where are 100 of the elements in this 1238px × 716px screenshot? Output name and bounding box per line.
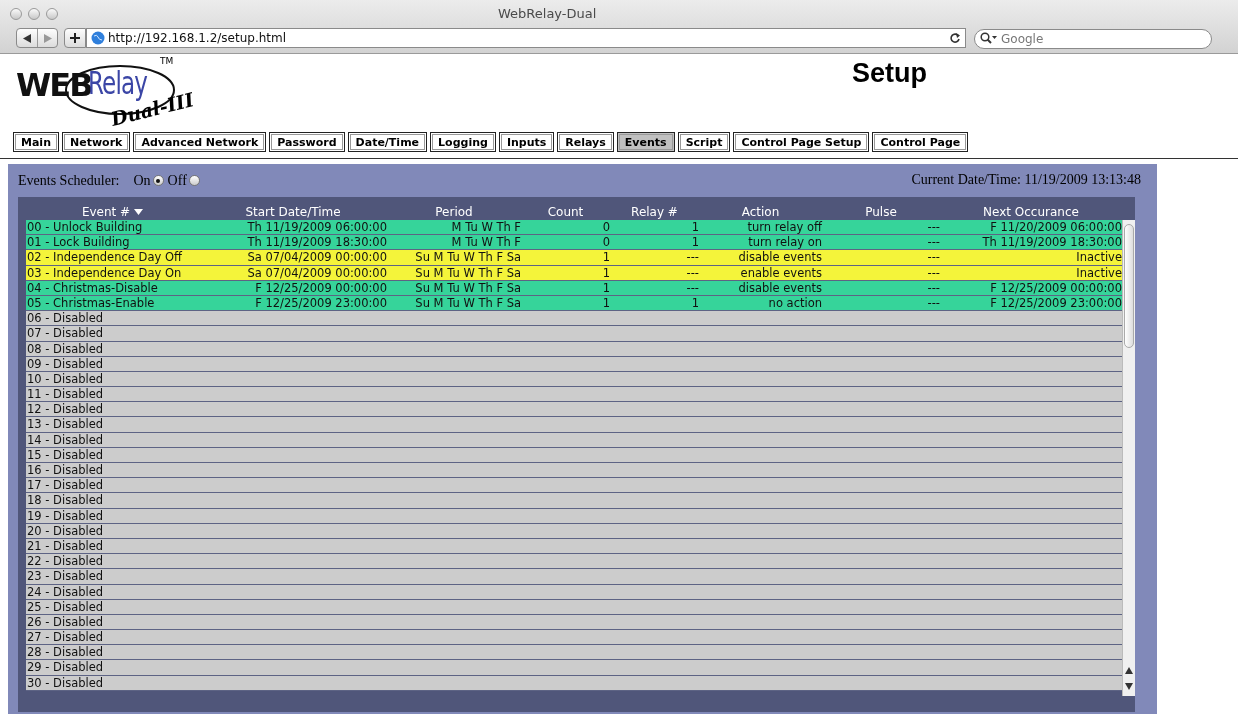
forward-icon: [43, 33, 52, 43]
tab[interactable]: Password: [269, 132, 345, 152]
tab[interactable]: Inputs: [498, 132, 555, 152]
event-row[interactable]: 07 - Disabled: [26, 326, 1122, 342]
table-cell-text: Th 11/19/2009 18:30:00: [981, 235, 1122, 250]
table-cell-text: ---: [685, 265, 699, 280]
table-cell-text: 04 - Christmas-Disable: [26, 280, 159, 295]
table-cell-text: no action: [767, 295, 822, 311]
scroll-up-icon[interactable]: [1125, 667, 1133, 674]
table-cell-text: 1: [690, 220, 699, 235]
add-bookmark-button[interactable]: [64, 28, 86, 48]
table-cell-text: 25 - Disabled: [26, 599, 105, 614]
column-header[interactable]: Event #: [26, 204, 199, 219]
table-cell-text: 15 - Disabled: [26, 447, 105, 462]
table-cell-text: Su M Tu W Th F Sa: [414, 295, 521, 311]
table-cell-text: 1: [601, 280, 610, 295]
table-cell-text: 00 - Unlock Building: [26, 220, 144, 235]
table-cell-text: Th 11/19/2009 18:30:00: [246, 235, 387, 250]
column-header[interactable]: Count: [521, 204, 610, 219]
table-cell-text: 28 - Disabled: [26, 645, 105, 660]
event-row[interactable]: 18 - Disabled: [26, 493, 1122, 509]
table-cell-text: disable events: [737, 280, 822, 295]
minimize-button[interactable]: [28, 7, 40, 20]
page-title: Setup: [852, 58, 927, 89]
event-row[interactable]: 16 - Disabled: [26, 463, 1122, 479]
table-cell-text: 11 - Disabled: [26, 387, 105, 402]
table-cell-text: 09 - Disabled: [26, 356, 105, 371]
table-cell-text: 08 - Disabled: [26, 341, 105, 356]
search-field[interactable]: Google: [974, 29, 1212, 49]
column-header[interactable]: Action: [699, 204, 822, 219]
event-row[interactable]: 06 - Disabled: [26, 311, 1122, 327]
table-cell-text: ---: [926, 265, 940, 280]
close-button[interactable]: [10, 7, 22, 20]
table-cell-text: ---: [685, 280, 699, 295]
scheduler-label: Events Scheduler:: [18, 172, 120, 189]
zoom-button[interactable]: [46, 7, 58, 20]
table-cell-text: 0: [601, 220, 610, 235]
event-row[interactable]: 11 - Disabled: [26, 387, 1122, 403]
table-cell-text: disable events: [737, 250, 822, 265]
table-cell-text: 24 - Disabled: [26, 584, 105, 599]
table-cell-text: Su M Tu W Th F Sa: [414, 250, 521, 265]
table-cell-text: 01 - Lock Building: [26, 235, 131, 250]
event-row[interactable]: 23 - Disabled: [26, 569, 1122, 585]
event-row[interactable]: 01 - Lock Building Th 11/19/2009 18:30:00 M Tu W Th F 0 1 turn relay on --- Th 11/19/2009 18:30:00: [26, 235, 1122, 251]
tab[interactable]: Relays: [557, 132, 614, 152]
table-cell-text: 0: [601, 235, 610, 250]
table-cell-text: 30 - Disabled: [26, 675, 105, 690]
event-row[interactable]: 27 - Disabled: [26, 630, 1122, 646]
table-cell-text: 1: [601, 265, 610, 280]
tab[interactable]: Date/Time: [347, 132, 428, 152]
back-icon: [22, 33, 32, 43]
event-row[interactable]: 13 - Disabled: [26, 417, 1122, 433]
scroll-down-icon[interactable]: [1125, 683, 1133, 690]
table-cell-text: 18 - Disabled: [26, 493, 105, 508]
table-cell-text: 21 - Disabled: [26, 538, 105, 554]
tab[interactable]: Script: [677, 132, 731, 152]
tab[interactable]: Main: [13, 132, 59, 152]
table-cell-text: 05 - Christmas-Enable: [26, 295, 156, 311]
radio-option[interactable]: On: [133, 172, 164, 189]
table-cell-text: ---: [926, 250, 940, 265]
table-cell-text: Th 11/19/2009 06:00:00: [246, 220, 387, 235]
column-header[interactable]: Start Date/Time: [199, 204, 387, 219]
table-cell-text: 26 - Disabled: [26, 614, 105, 630]
tab[interactable]: Control Page Setup: [733, 132, 870, 152]
column-header[interactable]: Relay #: [610, 204, 699, 219]
address-field[interactable]: http://192.168.1.2/setup.html: [86, 28, 966, 48]
tab[interactable]: Control Page: [872, 132, 969, 152]
event-row[interactable]: 17 - Disabled: [26, 478, 1122, 494]
table-cell-text: 10 - Disabled: [26, 371, 105, 387]
table-cell-text: 1: [690, 295, 699, 311]
tab[interactable]: Advanced Network: [133, 132, 267, 152]
table-cell-text: M Tu W Th F: [450, 220, 521, 235]
column-header[interactable]: Pulse: [822, 204, 940, 219]
event-row[interactable]: 00 - Unlock Building Th 11/19/2009 06:00:00 M Tu W Th F 0 1 turn relay off --- F 11/20/2009 06:00:00: [26, 220, 1122, 236]
column-header[interactable]: Next Occurance: [940, 204, 1122, 219]
table-cell-text: 22 - Disabled: [26, 554, 105, 569]
scrollbar-thumb[interactable]: [1124, 224, 1134, 348]
event-row[interactable]: 29 - Disabled: [26, 660, 1122, 676]
event-row[interactable]: 28 - Disabled: [26, 645, 1122, 661]
tab[interactable]: Events: [616, 132, 675, 152]
event-row[interactable]: 12 - Disabled: [26, 402, 1122, 418]
tab[interactable]: Logging: [430, 132, 496, 152]
column-header[interactable]: Period: [387, 204, 521, 219]
table-cell-text: Inactive: [1075, 250, 1122, 265]
radio-option[interactable]: Off: [167, 172, 200, 189]
current-datetime: Current Date/Time: 11/19/2009 13:13:48: [911, 172, 1142, 189]
event-row[interactable]: 22 - Disabled: [26, 554, 1122, 570]
plus-icon: [70, 33, 80, 43]
event-row[interactable]: 02 - Independence Day Off Sa 07/04/2009 00:00:00 Su M Tu W Th F Sa 1 --- disable events --- Inactive: [26, 250, 1122, 266]
reload-icon[interactable]: [949, 32, 961, 44]
globe-icon: [91, 31, 105, 45]
scrollbar[interactable]: [1122, 220, 1135, 696]
tab[interactable]: Network: [62, 132, 131, 152]
table-cell-text: F 12/25/2009 23:00:00: [989, 295, 1122, 311]
table-cell-text: 07 - Disabled: [26, 326, 105, 341]
window-title: WebRelay-Dual: [498, 6, 597, 21]
table-cell-text: F 12/25/2009 00:00:00: [254, 280, 387, 295]
table-cell-text: 13 - Disabled: [26, 417, 105, 432]
table-cell-text: 17 - Disabled: [26, 478, 105, 493]
table-cell-text: turn relay on: [747, 235, 822, 250]
